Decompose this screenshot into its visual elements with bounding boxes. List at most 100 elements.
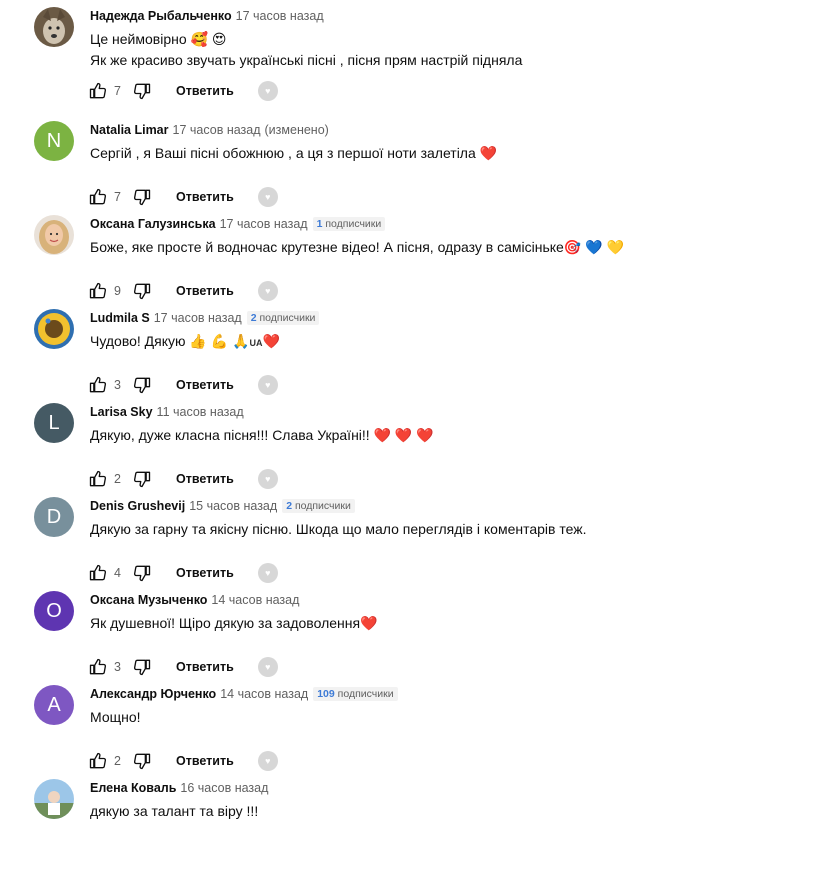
reply-button[interactable]: Ответить (176, 566, 234, 580)
like-icon[interactable] (86, 79, 110, 103)
reply-button[interactable]: Ответить (176, 472, 234, 486)
like-icon[interactable] (86, 467, 110, 491)
dislike-icon[interactable] (130, 373, 154, 397)
comment-item: A Александр Юрченко 14 часов назад 109 подп… (34, 685, 825, 779)
like-count: 3 (114, 660, 121, 674)
comment-text-line: дякую за талант та віру !!! (90, 801, 825, 822)
author-name[interactable]: Надежда Рыбальченко (90, 9, 232, 23)
comment-time[interactable]: 17 часов назад (154, 311, 242, 325)
comment-text: Дякую, дуже класна пісня!!! Слава Україн… (90, 425, 825, 446)
comment-item: Елена Коваль 16 часов назад дякую за талан… (34, 779, 825, 873)
comment-text: Дякую за гарну та якісну пісню. Шкода що… (90, 519, 825, 540)
author-name[interactable]: Оксана Музыченко (90, 593, 207, 607)
avatar[interactable] (34, 215, 74, 255)
comment-actions: 9 Ответить ♥ (89, 279, 278, 303)
avatar[interactable]: N (34, 121, 74, 161)
comment-body: Denis Grushevij 15 часов назад 2 подписчик… (90, 497, 825, 540)
reply-button[interactable]: Ответить (176, 754, 234, 768)
comment-time[interactable]: 17 часов назад (236, 9, 324, 23)
comment-text-content: Це неймовірно 🥰 😍 (90, 31, 227, 47)
comment-text-content: Сергій , я Ваші пісні обожнюю , а ця з п… (90, 145, 498, 161)
subscriber-badge: 1 подписчики (312, 217, 386, 231)
comment-text: дякую за талант та віру !!! (90, 801, 825, 822)
comment-text-line: Сергій , я Ваші пісні обожнюю , а ця з п… (90, 143, 825, 164)
avatar[interactable] (34, 779, 74, 819)
avatar-letter: О (46, 600, 62, 622)
like-count: 7 (114, 190, 121, 204)
dislike-icon[interactable] (130, 749, 154, 773)
author-name[interactable]: Natalia Limar (90, 123, 169, 137)
comment-time[interactable]: 15 часов назад (189, 499, 277, 513)
comment-text-line: Дякую, дуже класна пісня!!! Слава Україн… (90, 425, 825, 446)
avatar[interactable] (34, 309, 74, 349)
comment-header: Denis Grushevij 15 часов назад 2 подписчик… (90, 497, 825, 515)
comment-time[interactable]: 17 часов назад (173, 123, 261, 137)
author-name[interactable]: Larisa Sky (90, 405, 153, 419)
avatar-letter: N (46, 130, 62, 152)
comment-item: D Denis Grushevij 15 часов назад 2 подписчи… (34, 497, 825, 591)
like-icon[interactable] (86, 655, 110, 679)
dislike-icon[interactable] (130, 467, 154, 491)
comment-text-content: Дякую за гарну та якісну пісню. Шкода що… (90, 521, 587, 537)
reply-button[interactable]: Ответить (176, 284, 234, 298)
comment-text-line: Чудово! Дякую 👍 💪 🙏UA❤️ (90, 331, 825, 354)
creator-heart-icon: ♥ (257, 563, 278, 583)
author-name[interactable]: Оксана Галузинська (90, 217, 216, 231)
comment-text: Це неймовірно 🥰 😍 Як же красиво звучать у… (90, 29, 825, 71)
comment-body: Оксана Музыченко 14 часов назад Як душевно… (90, 591, 825, 634)
avatar[interactable]: D (34, 497, 74, 537)
like-count: 2 (114, 754, 121, 768)
author-name[interactable]: Елена Коваль (90, 781, 176, 795)
dislike-icon[interactable] (130, 79, 154, 103)
comment-actions: 3 Ответить ♥ (89, 655, 278, 679)
comment-text-content: Боже, яке просте й водночас крутезне від… (90, 239, 624, 255)
dislike-icon[interactable] (130, 655, 154, 679)
creator-heart-icon: ♥ (257, 657, 278, 677)
dislike-icon[interactable] (130, 561, 154, 585)
avatar[interactable]: A (34, 685, 74, 725)
ukraine-flag-emoji: UA (249, 338, 263, 348)
comment-text-line: Мощно! (90, 707, 825, 728)
avatar[interactable] (34, 7, 74, 47)
author-name[interactable]: Denis Grushevij (90, 499, 185, 513)
comment-body: Надежда Рыбальченко 17 часов назад Це нейм… (90, 7, 825, 71)
reply-button[interactable]: Ответить (176, 660, 234, 674)
comment-header: Natalia Limar 17 часов назад (изменено) (90, 121, 825, 139)
like-icon[interactable] (86, 749, 110, 773)
comment-header: Надежда Рыбальченко 17 часов назад (90, 7, 825, 25)
author-name[interactable]: Александр Юрченко (90, 687, 216, 701)
like-icon[interactable] (86, 373, 110, 397)
subscriber-badge: 109 подписчики (313, 687, 398, 701)
comment-actions: 7 Ответить ♥ (89, 185, 278, 209)
heart-emoji: ❤️ (262, 333, 280, 349)
comment-time[interactable]: 16 часов назад (180, 781, 268, 795)
like-count: 4 (114, 566, 121, 580)
edited-label: (изменено) (264, 123, 329, 137)
comment-text-line: Боже, яке просте й водночас крутезне від… (90, 237, 825, 258)
avatar[interactable]: О (34, 591, 74, 631)
comment-body: Ludmila S 17 часов назад 2 подписчики Чудов… (90, 309, 825, 354)
comment-item: Ludmila S 17 часов назад 2 подписчики Чудов… (34, 309, 825, 403)
comment-time[interactable]: 11 часов назад (157, 405, 244, 419)
dislike-icon[interactable] (130, 185, 154, 209)
comment-time[interactable]: 14 часов назад (220, 687, 308, 701)
comment-time[interactable]: 17 часов назад (220, 217, 308, 231)
subscriber-count: 2 (250, 312, 257, 324)
subscriber-badge: 2 подписчики (282, 499, 355, 513)
like-icon[interactable] (86, 185, 110, 209)
reply-button[interactable]: Ответить (176, 190, 234, 204)
dislike-icon[interactable] (130, 279, 154, 303)
reply-button[interactable]: Ответить (176, 84, 234, 98)
like-icon[interactable] (86, 279, 110, 303)
comment-actions: 2 Ответить ♥ (89, 467, 278, 491)
creator-heart-icon: ♥ (257, 187, 278, 207)
subscriber-count: 1 (316, 218, 323, 230)
comment-time[interactable]: 14 часов назад (211, 593, 299, 607)
reply-button[interactable]: Ответить (176, 378, 234, 392)
comment-text-content: Як же красиво звучать українські пісні ,… (90, 52, 523, 68)
comment-header: Александр Юрченко 14 часов назад 109 подпи… (90, 685, 825, 703)
avatar[interactable]: L (34, 403, 74, 443)
like-icon[interactable] (86, 561, 110, 585)
creator-heart-icon: ♥ (257, 281, 278, 301)
author-name[interactable]: Ludmila S (90, 311, 150, 325)
